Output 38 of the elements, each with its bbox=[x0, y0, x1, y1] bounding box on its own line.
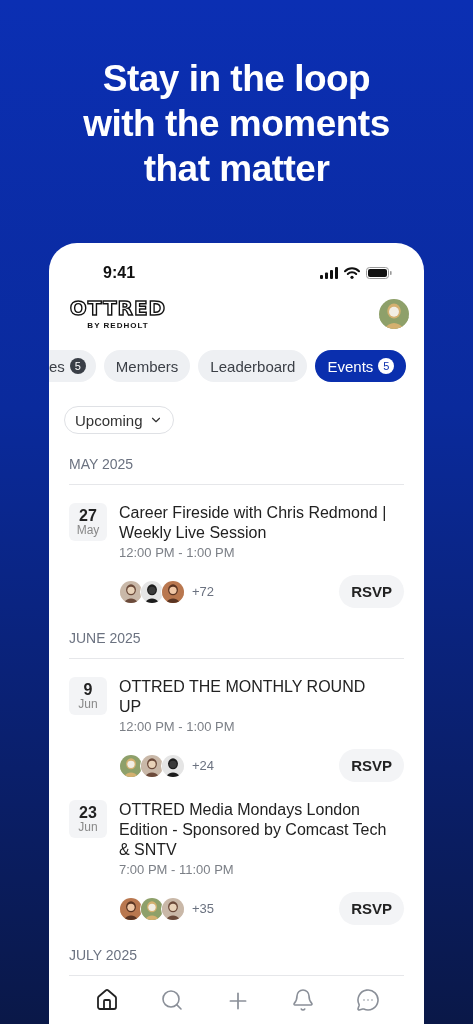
filter-dropdown[interactable]: Upcoming bbox=[64, 406, 174, 434]
rsvp-button[interactable]: RSVP bbox=[339, 892, 404, 925]
count-badge: 5 bbox=[69, 358, 86, 375]
event-month: Jun bbox=[78, 698, 98, 711]
attendee-count: +72 bbox=[192, 584, 215, 599]
event-time: 12:00 PM - 1:00 PM bbox=[119, 545, 236, 560]
event-title: OTTRED Media Mondays London Edition - Sponsored by Comcast Tech & SNTV bbox=[119, 800, 388, 860]
bell-icon bbox=[291, 988, 316, 1012]
logo: OTTRED bbox=[69, 297, 167, 320]
event-month: Jun bbox=[78, 821, 98, 834]
wifi-icon bbox=[344, 267, 360, 280]
event-day: 23 bbox=[79, 804, 97, 821]
event-time: 7:00 PM - 11:00 PM bbox=[119, 862, 235, 877]
chat-icon bbox=[356, 988, 380, 1012]
rsvp-button[interactable]: RSVP bbox=[339, 575, 404, 608]
search-icon bbox=[159, 988, 184, 1012]
month-heading: JUNE 2025 bbox=[69, 630, 404, 659]
event-month: May bbox=[76, 524, 100, 537]
rsvp-button[interactable]: RSVP bbox=[339, 749, 404, 782]
count-badge: 5 bbox=[378, 358, 395, 375]
status-time: 9:41 bbox=[103, 264, 136, 283]
logo-subtitle: BY REDHOLT bbox=[87, 321, 149, 331]
event-title: Career Fireside with Chris Redmond | Weekly Live Session bbox=[119, 503, 388, 543]
event-day: 27 bbox=[79, 507, 97, 524]
headline: Stay in the loop with the moments that matter bbox=[83, 57, 390, 191]
event-time: 12:00 PM - 1:00 PM bbox=[119, 719, 236, 734]
event-day: 9 bbox=[83, 681, 93, 698]
home-icon bbox=[95, 988, 119, 1012]
signal-icon bbox=[320, 267, 338, 280]
tab[interactable]: Events 5 bbox=[315, 350, 407, 383]
tab[interactable]: Leaderboard bbox=[198, 350, 308, 383]
tab[interactable]: es 5 bbox=[49, 350, 96, 383]
attendee-count: +35 bbox=[192, 901, 215, 916]
tab[interactable]: Members bbox=[103, 350, 191, 383]
battery-icon bbox=[366, 267, 392, 280]
event-title: OTTRED THE MONTHLY ROUND UP bbox=[119, 677, 367, 717]
attendee-count: +24 bbox=[192, 758, 215, 773]
month-heading: MAY 2025 bbox=[69, 456, 404, 485]
